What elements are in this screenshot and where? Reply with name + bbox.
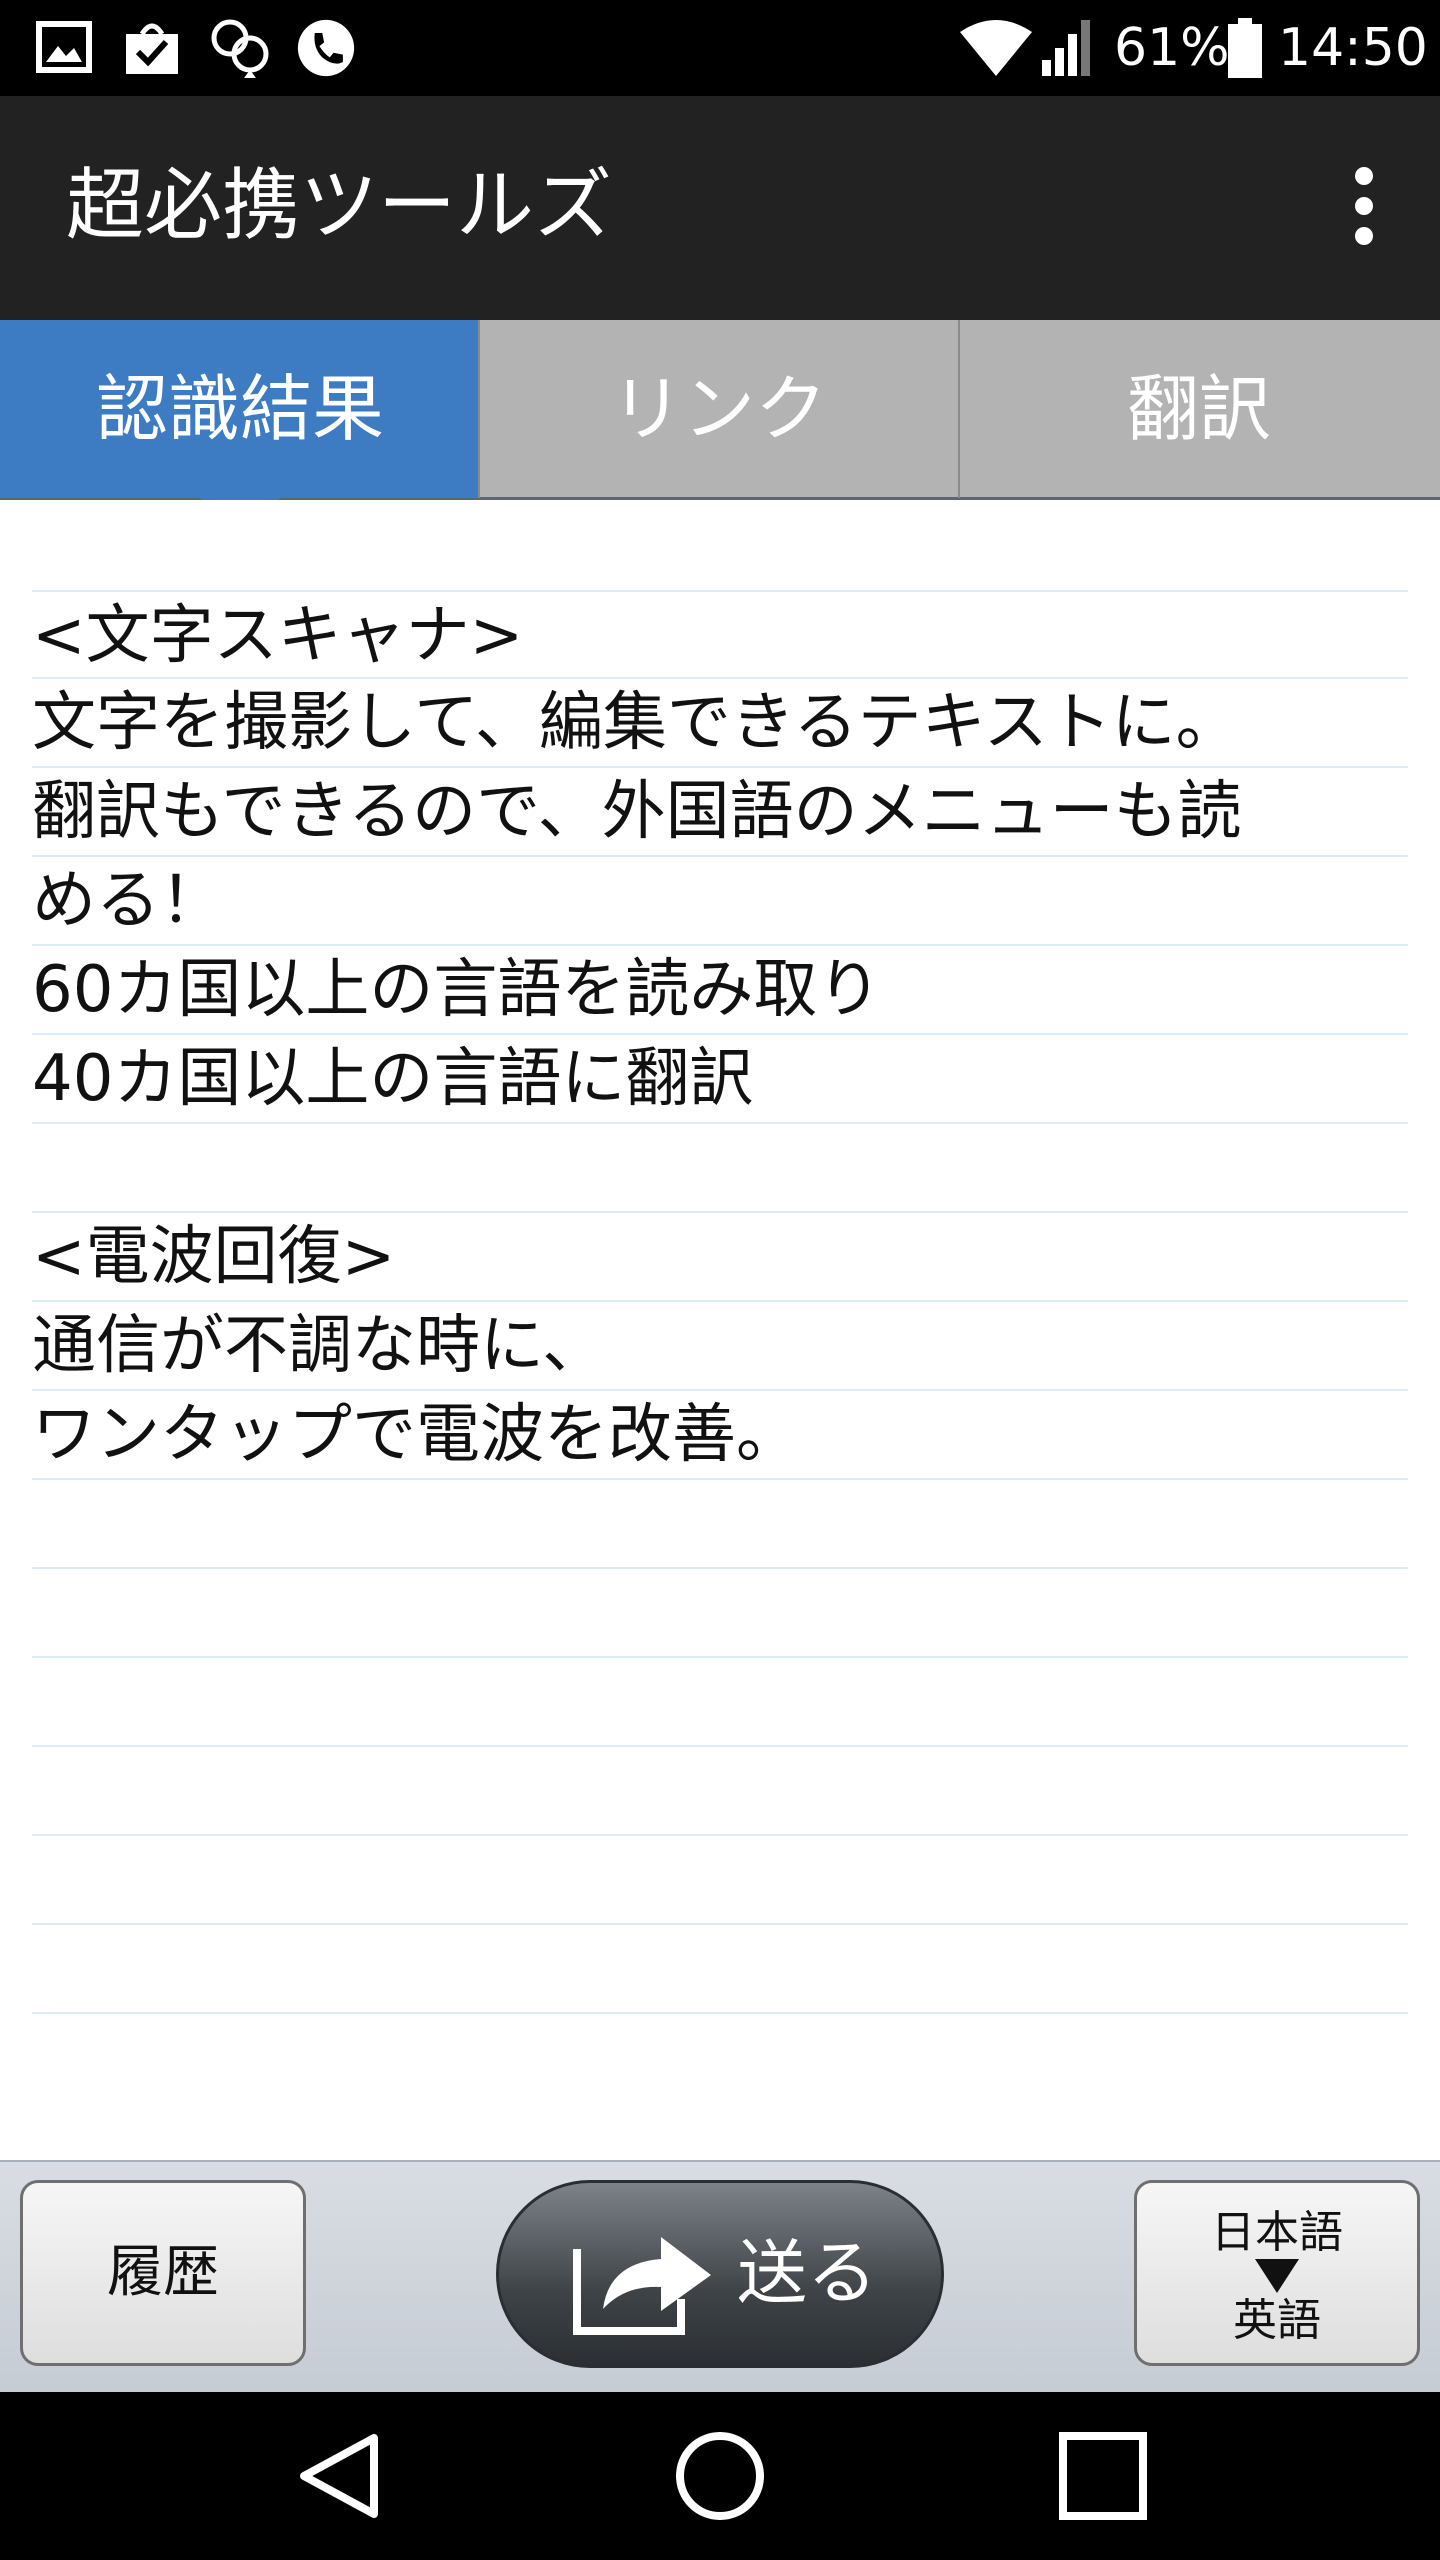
text-line: 文字を撮影して、編集できるテキストに。 [32, 679, 1408, 768]
send-button[interactable]: 送る [496, 2180, 944, 2368]
text-line [32, 1747, 1408, 1836]
tab-bar: 認識結果 リンク 翻訳 [0, 320, 1440, 500]
text-lines[interactable]: <文字スキャナ> 文字を撮影して、編集できるテキストに。 翻訳もできるので、外国… [32, 590, 1408, 2014]
text-line: <電波回復> [32, 1213, 1408, 1302]
status-bar: 61% 14:50 [0, 0, 1440, 96]
down-arrow-icon [1255, 2259, 1299, 2293]
send-label: 送る [737, 2232, 877, 2314]
text-line: ワンタップで電波を改善。 [32, 1391, 1408, 1480]
clock: 14:50 [1278, 18, 1428, 78]
back-icon[interactable] [288, 2426, 398, 2526]
text-line [32, 1658, 1408, 1747]
recognized-text-area[interactable]: <文字スキャナ> 文字を撮影して、編集できるテキストに。 翻訳もできるので、外国… [0, 500, 1440, 2160]
phone-icon [297, 19, 355, 77]
text-line [32, 1836, 1408, 1925]
tab-recognition-result[interactable]: 認識結果 [0, 320, 480, 498]
text-line: <文字スキャナ> [32, 590, 1408, 679]
share-icon [573, 2237, 711, 2335]
history-button[interactable]: 履歴 [20, 2180, 306, 2366]
battery-icon [1228, 18, 1262, 78]
signal-icon [1042, 20, 1090, 76]
text-line: 翻訳もできるので、外国語のメニューも読 [32, 768, 1408, 857]
text-line: 通信が不調な時に、 [32, 1302, 1408, 1391]
language-pair-button[interactable]: 日本語 英語 [1134, 2180, 1420, 2366]
image-icon [36, 21, 92, 73]
tab-link[interactable]: リンク [478, 320, 958, 498]
text-line [32, 1124, 1408, 1213]
wifi-icon [960, 20, 1032, 76]
shopping-bag-check-icon [126, 23, 178, 74]
app-title: 超必携ツールズ [66, 161, 613, 251]
text-line: 40カ国以上の言語に翻訳 [32, 1035, 1408, 1124]
battery-percent: 61% [1114, 18, 1230, 78]
bottom-toolbar: 履歴 送る 日本語 英語 [0, 2160, 1440, 2392]
overflow-menu-icon[interactable] [1316, 158, 1412, 254]
target-language: 英語 [1233, 2295, 1321, 2346]
recents-icon[interactable] [1046, 2426, 1156, 2526]
text-line [32, 1925, 1408, 2014]
source-language: 日本語 [1211, 2207, 1343, 2258]
text-line: 60カ国以上の言語を読み取り [32, 946, 1408, 1035]
home-icon[interactable] [665, 2426, 775, 2526]
text-line: める！ [32, 857, 1408, 946]
navigation-bar [0, 2392, 1440, 2560]
app-bar: 超必携ツールズ [0, 96, 1440, 320]
text-line [32, 1569, 1408, 1658]
tab-translate[interactable]: 翻訳 [958, 320, 1438, 498]
text-line [32, 1480, 1408, 1569]
location-pins-icon [211, 19, 269, 78]
